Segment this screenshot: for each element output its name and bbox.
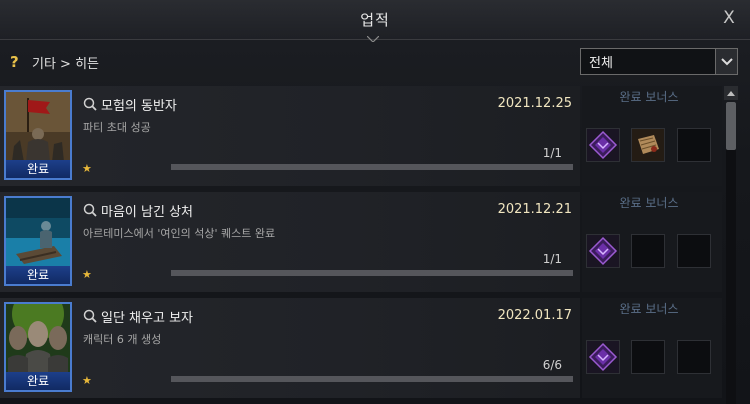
completion-bonus-label: 완료 보너스 xyxy=(619,196,679,210)
reward-slot[interactable] xyxy=(631,128,665,162)
achievement-date: 2022.01.17 xyxy=(497,308,572,323)
window-title: 업적 xyxy=(360,11,390,29)
achievement-thumbnail: 완료 xyxy=(4,90,72,180)
progress-bar xyxy=(171,164,573,170)
achievement-title: 마음이 남긴 상처 xyxy=(101,205,193,220)
status-badge: 완료 xyxy=(6,372,70,390)
search-icon[interactable] xyxy=(83,97,97,111)
star-icon: ★ xyxy=(82,268,92,281)
status-badge: 완료 xyxy=(6,266,70,284)
achievement-date: 2021.12.25 xyxy=(497,96,572,111)
progress-fill xyxy=(171,270,573,276)
completion-bonus-label: 완료 보너스 xyxy=(619,90,679,104)
achievement-title: 모험의 동반자 xyxy=(101,99,177,114)
search-icon[interactable] xyxy=(83,309,97,323)
achievement-progress-count: 1/1 xyxy=(542,146,562,160)
search-icon[interactable] xyxy=(83,203,97,217)
title-ornament-icon xyxy=(367,36,379,42)
star-icon: ★ xyxy=(82,162,92,175)
achievement-window: 업적 X ? 기타 > 히든 전체 완료 모험의 동반자 2021.12.25 … xyxy=(0,0,750,404)
scrollbar[interactable] xyxy=(722,86,740,404)
scroll-up-icon[interactable] xyxy=(724,86,738,100)
reward-slot-empty xyxy=(631,234,665,268)
achievement-thumbnail: 완료 xyxy=(4,302,72,392)
achievement-progress-count: 6/6 xyxy=(542,358,562,372)
filter-selected-value: 전체 xyxy=(589,56,613,71)
star-icon: ★ xyxy=(82,374,92,387)
achievement-progress-count: 1/1 xyxy=(542,252,562,266)
achievement-row[interactable]: 완료 마음이 남긴 상처 2021.12.21 아르테미스에서 '여인의 석상'… xyxy=(0,192,722,296)
purple-emblem-icon xyxy=(588,236,618,266)
achievement-title: 일단 채우고 보자 xyxy=(101,311,193,326)
achievement-row[interactable]: 완료 일단 채우고 보자 2022.01.17 캐릭터 6 개 생성 6/6 ★… xyxy=(0,298,722,402)
purple-emblem-icon xyxy=(588,342,618,372)
status-badge: 완료 xyxy=(6,160,70,178)
reward-slot[interactable] xyxy=(586,234,620,268)
achievement-thumbnail: 완료 xyxy=(4,196,72,286)
progress-bar xyxy=(171,270,573,276)
achievement-description: 파티 초대 성공 xyxy=(83,121,151,134)
achievement-description: 캐릭터 6 개 생성 xyxy=(83,333,162,346)
help-icon[interactable]: ? xyxy=(10,53,24,71)
reward-slot-empty xyxy=(677,128,711,162)
reward-slot-empty xyxy=(677,340,711,374)
purple-emblem-icon xyxy=(588,130,618,160)
reward-slot[interactable] xyxy=(586,340,620,374)
achievement-date: 2021.12.21 xyxy=(497,202,572,217)
progress-fill xyxy=(171,164,573,170)
achievement-description: 아르테미스에서 '여인의 석상' 퀘스트 완료 xyxy=(83,227,276,240)
completion-bonus-label: 완료 보너스 xyxy=(619,302,679,316)
scroll-thumb[interactable] xyxy=(726,102,736,150)
progress-bar xyxy=(171,376,573,382)
achievement-row[interactable]: 완료 모험의 동반자 2021.12.25 파티 초대 성공 1/1 ★ 완료 … xyxy=(0,86,722,190)
chevron-down-icon[interactable] xyxy=(715,49,737,74)
breadcrumb: ? 기타 > 히든 xyxy=(10,52,99,72)
reward-slot-empty xyxy=(677,234,711,268)
category-filter-select[interactable]: 전체 xyxy=(580,48,738,75)
reward-slot[interactable] xyxy=(586,128,620,162)
reward-slot-empty xyxy=(631,340,665,374)
breadcrumb-text[interactable]: 기타 > 히든 xyxy=(32,53,99,72)
title-bar: 업적 X xyxy=(0,0,750,42)
achievement-list: 완료 모험의 동반자 2021.12.25 파티 초대 성공 1/1 ★ 완료 … xyxy=(0,86,722,404)
close-button[interactable]: X xyxy=(718,7,740,29)
scroll-icon xyxy=(632,129,664,161)
progress-fill xyxy=(171,376,573,382)
